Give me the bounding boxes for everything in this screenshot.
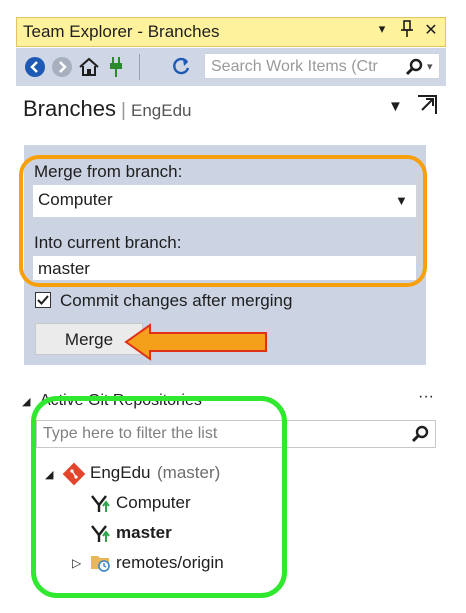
forward-icon[interactable]	[51, 56, 73, 78]
page-title: Branches	[23, 96, 116, 121]
title-bar: Team Explorer - Branches ▾ ✕	[16, 17, 446, 47]
refresh-icon[interactable]	[170, 56, 192, 78]
more-options-icon[interactable]: ···	[418, 388, 434, 406]
arrow-annotation	[124, 323, 267, 361]
search-placeholder: Search Work Items (Ctr	[211, 58, 378, 75]
back-icon[interactable]	[24, 56, 46, 78]
commit-changes-label[interactable]: Commit changes after merging	[60, 291, 292, 311]
header-dropdown-icon[interactable]: ▼	[388, 98, 403, 115]
popout-icon[interactable]	[416, 94, 438, 121]
commit-changes-checkbox[interactable]	[35, 292, 51, 308]
pin-icon[interactable]	[397, 20, 417, 43]
repositories-highlight	[31, 396, 287, 598]
title-separator: |	[121, 100, 126, 121]
home-icon[interactable]	[78, 56, 100, 78]
collapse-icon[interactable]: ◢	[22, 395, 30, 408]
plug-icon[interactable]	[105, 56, 127, 78]
search-work-items-input[interactable]: Search Work Items (Ctr ▾	[204, 53, 440, 79]
search-dropdown-icon[interactable]: ▾	[427, 60, 433, 73]
project-name[interactable]: EngEdu	[131, 101, 192, 121]
dropdown-icon[interactable]: ▾	[372, 21, 392, 37]
window-title: Team Explorer - Branches	[23, 22, 220, 41]
search-icon[interactable]	[405, 57, 425, 82]
filter-search-icon[interactable]	[411, 424, 431, 449]
merge-fields-highlight	[19, 155, 427, 287]
close-icon[interactable]: ✕	[421, 20, 441, 40]
toolbar-divider	[139, 54, 141, 80]
toolbar: Search Work Items (Ctr ▾	[16, 48, 446, 86]
